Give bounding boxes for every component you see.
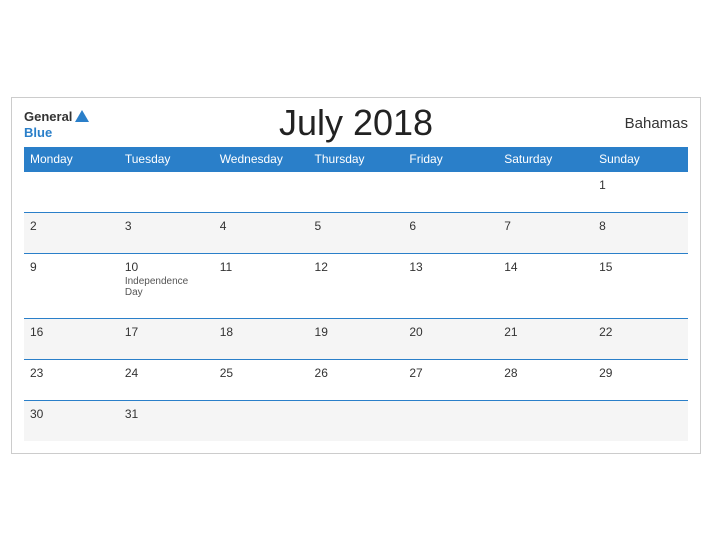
calendar-cell: 8 [593,212,688,253]
calendar-cell [309,400,404,441]
calendar-cell [214,171,309,212]
calendar-week-row: 9 10 Independence Day 11 12 13 14 15 [24,253,688,318]
day-number: 30 [30,407,113,421]
weekday-header-monday: Monday [24,147,119,172]
day-number: 18 [220,325,303,339]
day-number: 13 [409,260,492,274]
day-number: 5 [315,219,398,233]
calendar-cell: 16 [24,318,119,359]
calendar-cell: 5 [309,212,404,253]
calendar-container: General Blue July 2018 Bahamas MondayTue… [11,97,701,454]
calendar-cell: 18 [214,318,309,359]
day-number: 23 [30,366,113,380]
day-number: 24 [125,366,208,380]
calendar-cell [403,171,498,212]
day-number: 21 [504,325,587,339]
calendar-cell: 31 [119,400,214,441]
event-label: Independence Day [125,276,208,298]
day-number: 11 [220,260,303,274]
calendar-cell: 3 [119,212,214,253]
calendar-cell: 29 [593,359,688,400]
day-number: 10 [125,260,208,274]
day-number: 26 [315,366,398,380]
calendar-cell [214,400,309,441]
calendar-week-row: 1 [24,171,688,212]
calendar-cell: 10 Independence Day [119,253,214,318]
calendar-cell: 19 [309,318,404,359]
day-number: 15 [599,260,682,274]
calendar-cell [403,400,498,441]
calendar-cell [498,400,593,441]
calendar-table: MondayTuesdayWednesdayThursdayFridaySatu… [24,147,688,441]
calendar-cell: 23 [24,359,119,400]
country-label: Bahamas [625,115,688,132]
weekday-header-row: MondayTuesdayWednesdayThursdayFridaySatu… [24,147,688,172]
calendar-cell: 27 [403,359,498,400]
calendar-cell: 26 [309,359,404,400]
calendar-week-row: 30 31 [24,400,688,441]
day-number: 19 [315,325,398,339]
day-number: 31 [125,407,208,421]
logo-icon [73,108,91,126]
calendar-cell: 22 [593,318,688,359]
calendar-cell: 28 [498,359,593,400]
day-number: 4 [220,219,303,233]
calendar-cell: 2 [24,212,119,253]
calendar-cell: 12 [309,253,404,318]
weekday-header-saturday: Saturday [498,147,593,172]
calendar-week-row: 2345678 [24,212,688,253]
calendar-cell: 20 [403,318,498,359]
weekday-header-wednesday: Wednesday [214,147,309,172]
calendar-cell: 9 [24,253,119,318]
weekday-header-thursday: Thursday [309,147,404,172]
day-number: 8 [599,219,682,233]
logo-blue: Blue [24,126,52,139]
day-number: 6 [409,219,492,233]
weekday-header-tuesday: Tuesday [119,147,214,172]
day-number: 16 [30,325,113,339]
calendar-cell [24,171,119,212]
calendar-header: General Blue July 2018 Bahamas [24,108,688,139]
month-title: July 2018 [279,102,433,144]
day-number: 28 [504,366,587,380]
day-number: 1 [599,178,682,192]
calendar-cell: 4 [214,212,309,253]
calendar-cell: 17 [119,318,214,359]
calendar-cell: 25 [214,359,309,400]
weekday-header-friday: Friday [403,147,498,172]
weekday-header-sunday: Sunday [593,147,688,172]
calendar-cell [498,171,593,212]
logo: General Blue [24,108,93,139]
day-number: 22 [599,325,682,339]
calendar-cell: 24 [119,359,214,400]
calendar-cell [119,171,214,212]
calendar-cell [309,171,404,212]
calendar-week-row: 23 24 25 26 27 28 29 [24,359,688,400]
calendar-cell: 15 [593,253,688,318]
logo-general: General [24,110,72,123]
calendar-cell: 13 [403,253,498,318]
day-number: 25 [220,366,303,380]
day-number: 29 [599,366,682,380]
calendar-cell: 7 [498,212,593,253]
day-number: 14 [504,260,587,274]
calendar-cell [593,400,688,441]
calendar-cell: 30 [24,400,119,441]
day-number: 2 [30,219,113,233]
calendar-week-row: 16 17 18 19 20 21 22 [24,318,688,359]
calendar-cell: 1 [593,171,688,212]
day-number: 27 [409,366,492,380]
day-number: 20 [409,325,492,339]
day-number: 17 [125,325,208,339]
calendar-cell: 21 [498,318,593,359]
calendar-cell: 11 [214,253,309,318]
day-number: 12 [315,260,398,274]
calendar-cell: 14 [498,253,593,318]
day-number: 3 [125,219,208,233]
calendar-cell: 6 [403,212,498,253]
day-number: 9 [30,260,113,274]
day-number: 7 [504,219,587,233]
